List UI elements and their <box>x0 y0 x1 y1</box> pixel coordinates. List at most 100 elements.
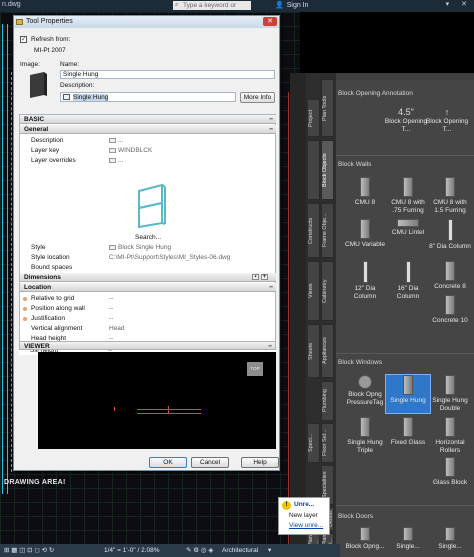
annotation-scale[interactable]: 1/4" = 1'-0" / 2.08% <box>104 544 160 557</box>
status-icons[interactable]: ⊞ ▦ ◫ ⊡ ◻ ⟲ ↻ <box>4 544 54 557</box>
prop-row-style[interactable]: Style Block Single Hung <box>20 243 276 252</box>
tool-12-dia-column[interactable]: 12" Dia Column <box>343 261 387 301</box>
tool-single-door-2[interactable]: Single... <box>428 527 472 551</box>
style-search-link[interactable]: Search... <box>135 234 161 241</box>
tab-sheets[interactable]: Sheets <box>307 324 320 378</box>
tool-16-dia-column[interactable]: 16" Dia Column <box>386 261 430 301</box>
tab-frame-objects[interactable]: Frame Obje... <box>321 203 334 258</box>
refresh-from-checkbox[interactable]: ✓ Refresh from: <box>20 36 70 43</box>
tab-floor[interactable]: Floor Sel... <box>321 423 334 463</box>
tool-concrete-8[interactable]: Concrete 8 <box>428 261 472 291</box>
ok-button[interactable]: OK <box>149 457 187 468</box>
tab-plan-tools[interactable]: Plan Tools <box>321 79 334 137</box>
tool-cmu-8-15-furring[interactable]: CMU 8 with 1.5 Furring <box>428 177 472 215</box>
chevron-down-icon[interactable]: ▾ <box>268 544 271 557</box>
window-controls[interactable]: ▾ ✕ <box>446 0 472 8</box>
notification-balloon[interactable]: ! Unre... New layer View unre... <box>278 497 330 535</box>
tool-cmu-8[interactable]: CMU 8 <box>343 177 387 207</box>
cancel-button[interactable]: Cancel <box>191 457 229 468</box>
section-dimensions[interactable]: Dimensions ▪ + <box>20 273 276 282</box>
tool-single-hung-triple[interactable]: Single Hung Triple <box>343 417 387 455</box>
section-location-label: Location <box>24 284 52 291</box>
dimension-edit-icon[interactable]: ▪ <box>252 274 259 281</box>
tool-8-dia-column[interactable]: 8" Dia Column <box>428 219 472 251</box>
ellipsis-button-icon[interactable] <box>109 147 116 153</box>
section-location[interactable]: Location − <box>20 283 276 292</box>
tab-visible-left[interactable] <box>307 140 320 200</box>
ellipsis-button-icon[interactable] <box>109 157 116 163</box>
tab-constructs[interactable]: Constructs <box>307 203 320 258</box>
section-viewer[interactable]: VIEWER − <box>19 341 276 350</box>
collapse-icon[interactable]: − <box>269 115 273 124</box>
more-info-button[interactable]: More Info <box>240 92 275 103</box>
prop-row-style-location[interactable]: Style location C:\MI-Pt\Support\Styles\M… <box>20 253 276 262</box>
tab-speci[interactable]: Speci... <box>307 423 320 463</box>
section-general[interactable]: General − <box>20 125 276 134</box>
wall-icon <box>445 177 455 197</box>
resize-grip-icon[interactable]: ⋰ <box>273 463 278 469</box>
collapse-icon[interactable]: − <box>268 342 272 351</box>
document-tab[interactable]: n.dwg <box>2 1 21 8</box>
tool-cmu-variable[interactable]: CMU Variable <box>343 219 387 249</box>
description-input[interactable]: Single Hung <box>60 92 236 102</box>
name-label: Name: <box>60 61 80 68</box>
window-preview-icon[interactable] <box>27 71 49 99</box>
prop-row-relative-to-grid[interactable]: Relative to grid -- <box>20 294 276 303</box>
notification-link[interactable]: View unre... <box>289 522 323 529</box>
search-input[interactable]: ⌕ Type a keyword or phrase <box>173 1 251 18</box>
warning-icon: ! <box>282 501 291 510</box>
status-tools[interactable]: ✎ ⚙ ◎ ◈ <box>186 544 213 557</box>
group-separator <box>336 155 474 156</box>
collapse-icon[interactable]: − <box>269 283 273 292</box>
expand-icon[interactable]: + <box>261 274 268 281</box>
tool-block-opng-pressuretag[interactable]: Block Opng PressureTag <box>343 375 387 407</box>
tool-block-opng-door[interactable]: Block Opng... <box>343 527 387 551</box>
section-viewer-label: VIEWER <box>24 343 50 350</box>
preview-line <box>114 407 115 411</box>
tool-concrete-10[interactable]: Concrete 10 <box>428 295 472 325</box>
tool-block-opening-tag-2[interactable]: ↑ Block Opening T... <box>425 108 469 134</box>
tool-cmu-lintel[interactable]: CMU Lintel <box>386 219 430 237</box>
workspace-switcher[interactable]: Architectural <box>222 544 258 557</box>
tool-cmu-8-75-furring[interactable]: CMU 8 with .75 Furring <box>386 177 430 215</box>
tool-fixed-glass[interactable]: Fixed Glass <box>386 417 430 447</box>
column-icon <box>447 219 453 241</box>
prop-row-description[interactable]: Description ... <box>20 136 276 145</box>
tool-horizontal-rollers[interactable]: Horizontal Rollers <box>428 417 472 455</box>
tool-block-opening-tag-1[interactable]: 4.5" Block Opening T... <box>384 108 428 134</box>
viewer-canvas[interactable]: TOP <box>38 352 276 449</box>
palette-side-bar[interactable] <box>290 73 306 557</box>
collapse-icon[interactable]: − <box>269 125 273 134</box>
tool-single-hung-double[interactable]: Single Hung Double <box>428 375 472 413</box>
tool-single-hung[interactable]: Single Hung <box>385 374 431 414</box>
prop-row-layer-overrides[interactable]: Layer overrides ... <box>20 156 276 165</box>
name-input[interactable]: Single Hung <box>60 70 275 79</box>
prop-row-bound-spaces[interactable]: Bound spaces <box>20 263 276 272</box>
ellipsis-button-icon[interactable] <box>109 137 116 143</box>
prop-value: -- <box>109 295 114 302</box>
prop-row-position-along-wall[interactable]: Position along wall -- <box>20 304 276 313</box>
tab-appliances[interactable]: Appliances <box>321 324 334 378</box>
tool-label: CMU 8 with 1.5 Furring <box>433 199 467 214</box>
tab-block-objects[interactable]: Block Objects <box>321 140 334 200</box>
tool-label: CMU Lintel <box>391 229 425 236</box>
style-preview-window-icon[interactable] <box>136 183 168 229</box>
tool-single-door-1[interactable]: Single... <box>386 527 430 551</box>
tab-plumbing[interactable]: Plumbing <box>321 381 334 421</box>
sign-in-button[interactable]: 👤 Sign In <box>275 1 309 9</box>
close-button[interactable]: ✕ <box>263 17 277 26</box>
prop-value: Head <box>109 325 125 332</box>
tool-glass-block[interactable]: Glass Block <box>428 457 472 487</box>
tab-project[interactable]: Project <box>307 99 320 137</box>
tab-cabinetry[interactable]: Cabinetry <box>321 261 334 321</box>
window-icon <box>445 417 455 437</box>
prop-row-justification[interactable]: Justification -- <box>20 314 276 323</box>
prop-row-layer-key[interactable]: Layer key WINDBLCK <box>20 146 276 155</box>
view-cube-top[interactable]: TOP <box>247 362 263 376</box>
section-basic[interactable]: BASIC − <box>20 115 276 124</box>
checkbox-icon[interactable]: ✓ <box>20 36 27 43</box>
prop-key: Vertical alignment <box>31 325 83 332</box>
tab-views[interactable]: Views <box>307 261 320 321</box>
dialog-title-bar[interactable]: Tool Properties ✕ <box>14 16 279 28</box>
prop-row-vertical-alignment[interactable]: Vertical alignment Head <box>20 324 276 333</box>
